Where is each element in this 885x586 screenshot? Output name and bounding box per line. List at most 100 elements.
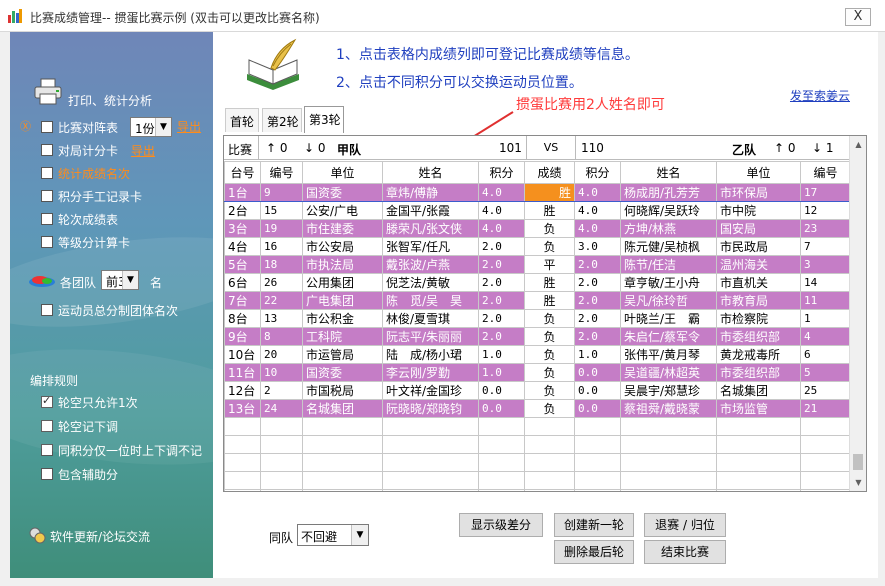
empty-cell[interactable] (524, 435, 575, 454)
empty-cell[interactable] (574, 489, 621, 491)
empty-row[interactable] (224, 417, 851, 436)
cell-result[interactable]: 负 (524, 399, 575, 418)
cell-points-left[interactable]: 2.0 (478, 327, 525, 346)
checkbox-rating-card[interactable] (41, 236, 53, 248)
cell-points-right[interactable]: 4.0 (574, 219, 621, 238)
table-row[interactable]: 6台 26 公用集团 倪芝法/黄敏 2.0 胜 2.0 章亨敏/王小舟 市直机关 14 (224, 273, 851, 292)
cell-result[interactable]: 负 (524, 237, 575, 256)
empty-row[interactable] (224, 435, 851, 454)
empty-cell[interactable] (620, 435, 717, 454)
cell-result[interactable]: 平 (524, 255, 575, 274)
empty-cell[interactable] (224, 435, 261, 454)
vertical-scrollbar[interactable]: ▲ ▼ (849, 136, 866, 491)
empty-row[interactable] (224, 471, 851, 490)
empty-cell[interactable] (716, 471, 801, 490)
empty-cell[interactable] (478, 489, 525, 491)
cell-result[interactable]: 负 (524, 381, 575, 400)
empty-cell[interactable] (574, 435, 621, 454)
table-row[interactable]: 11台 10 国资委 李云刚/罗勤 1.0 负 0.0 吴道疆/林超英 市委组织部 5 (224, 363, 851, 382)
cell-points-right[interactable]: 0.0 (574, 381, 621, 400)
checkbox-score-card[interactable] (41, 144, 53, 156)
cell-points-right[interactable]: 0.0 (574, 363, 621, 382)
withdraw-button[interactable]: 退赛 / 归位 (644, 513, 726, 537)
cell-points-left[interactable]: 0.0 (478, 381, 525, 400)
show-diff-button[interactable]: 显示级差分 (459, 513, 543, 537)
table-row[interactable]: 10台 20 市运管局陆 成/杨小珺 1.0 负 1.0 张伟平/黄月琴 黄龙戒毒所 6 (224, 345, 851, 364)
empty-cell[interactable] (524, 417, 575, 436)
empty-cell[interactable] (224, 453, 261, 472)
cell-points-left[interactable]: 2.0 (478, 291, 525, 310)
table-row[interactable]: 4台 16 市公安局 张智军/任凡 2.0 负 3.0 陈元健/吴桢枫 市民政局 7 (224, 237, 851, 256)
end-match-button[interactable]: 结束比赛 (644, 540, 726, 564)
table-row[interactable]: 9台 8 工科院 阮志平/朱丽丽 2.0 负 2.0 朱启仁/蔡军令 市委组织部 4 (224, 327, 851, 346)
empty-cell[interactable] (620, 471, 717, 490)
cell-points-right[interactable]: 2.0 (574, 327, 621, 346)
empty-row[interactable] (224, 489, 851, 491)
empty-cell[interactable] (260, 489, 303, 491)
empty-cell[interactable] (382, 471, 479, 490)
tab-round-2[interactable]: 第2轮 (262, 108, 302, 132)
empty-cell[interactable] (574, 453, 621, 472)
cell-points-left[interactable]: 2.0 (478, 237, 525, 256)
empty-cell[interactable] (574, 417, 621, 436)
scroll-up-icon[interactable]: ▲ (850, 136, 866, 153)
empty-cell[interactable] (524, 489, 575, 491)
empty-cell[interactable] (716, 417, 801, 436)
cell-points-left[interactable]: 4.0 (478, 219, 525, 238)
empty-cell[interactable] (478, 417, 525, 436)
cell-points-left[interactable]: 1.0 (478, 345, 525, 364)
checkbox-bye-once[interactable] (41, 394, 53, 408)
empty-cell[interactable] (302, 417, 383, 436)
cell-result[interactable]: 负 (524, 309, 575, 328)
rank-count-select[interactable]: 前3 ▼ (101, 270, 139, 290)
empty-cell[interactable] (382, 417, 479, 436)
cell-result[interactable]: 胜 (524, 183, 575, 202)
empty-cell[interactable] (478, 435, 525, 454)
cell-points-right[interactable]: 2.0 (574, 255, 621, 274)
cell-result[interactable]: 负 (524, 219, 575, 238)
cell-result[interactable]: 负 (524, 327, 575, 346)
checkbox-match-table[interactable] (41, 121, 53, 133)
empty-cell[interactable] (260, 471, 303, 490)
cell-points-right[interactable]: 1.0 (574, 345, 621, 364)
cell-result[interactable]: 胜 (524, 201, 575, 220)
empty-cell[interactable] (800, 435, 851, 454)
empty-cell[interactable] (800, 471, 851, 490)
tab-round-3[interactable]: 第3轮 (304, 106, 344, 133)
same-team-select[interactable]: 不回避 ▼ (297, 524, 369, 546)
checkbox-same-score[interactable] (41, 444, 53, 456)
cell-points-right[interactable]: 4.0 (574, 201, 621, 220)
cell-result[interactable]: 负 (524, 363, 575, 382)
empty-cell[interactable] (302, 453, 383, 472)
scroll-thumb[interactable] (853, 454, 863, 470)
export-link-2[interactable]: 导出 (131, 142, 155, 159)
checkbox-rank-stats[interactable] (41, 167, 53, 179)
empty-cell[interactable] (302, 489, 383, 491)
checkbox-aux-score[interactable] (41, 468, 53, 480)
table-row[interactable]: 2台 15 公安/广电 金国平/张霞 4.0 胜 4.0 何晓辉/吴跃玲 市中院 12 (224, 201, 851, 220)
new-round-button[interactable]: 创建新一轮 (554, 513, 634, 537)
checkbox-bye-down[interactable] (41, 420, 53, 432)
table-row[interactable]: 13台 24 名城集团 阮晓晓/郑晓钧 0.0 负 0.0 蔡祖舜/戴晓蒙 市场监管 21 (224, 399, 851, 418)
empty-cell[interactable] (302, 435, 383, 454)
cell-points-left[interactable]: 0.0 (478, 399, 525, 418)
empty-cell[interactable] (620, 417, 717, 436)
tab-round-1[interactable]: 首轮 (225, 108, 259, 132)
table-row[interactable]: 8台 13 市公积金 林俊/夏雪琪 2.0 负 2.0 叶晓兰/王 霸市检察院 1 (224, 309, 851, 328)
cell-result[interactable]: 负 (524, 345, 575, 364)
scroll-down-icon[interactable]: ▼ (850, 474, 866, 491)
empty-cell[interactable] (800, 489, 851, 491)
empty-cell[interactable] (524, 471, 575, 490)
empty-cell[interactable] (478, 453, 525, 472)
empty-cell[interactable] (800, 453, 851, 472)
checkbox-manual-card[interactable] (41, 190, 53, 202)
empty-cell[interactable] (224, 471, 261, 490)
cell-points-left[interactable]: 2.0 (478, 273, 525, 292)
cell-points-right[interactable]: 2.0 (574, 291, 621, 310)
cell-points-right[interactable]: 4.0 (574, 183, 621, 202)
empty-cell[interactable] (302, 471, 383, 490)
empty-cell[interactable] (716, 489, 801, 491)
empty-cell[interactable] (224, 489, 261, 491)
empty-cell[interactable] (260, 435, 303, 454)
empty-cell[interactable] (478, 471, 525, 490)
